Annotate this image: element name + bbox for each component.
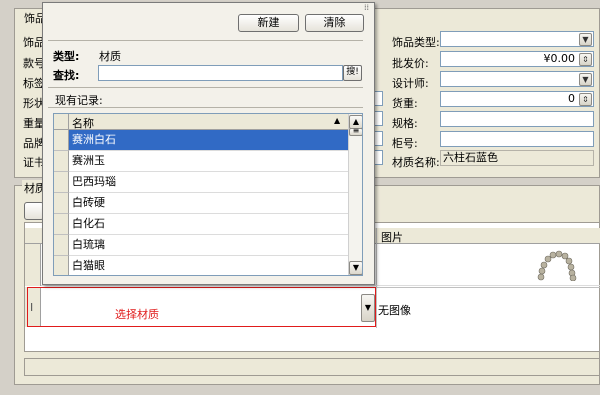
chevron-down-icon[interactable]: ▼ — [579, 33, 592, 46]
label-goods-weight: 货重: — [392, 97, 418, 110]
list-row-header — [54, 151, 69, 172]
popup-resize-grip-icon[interactable]: ⁞⁞ — [364, 3, 369, 12]
search-input[interactable] — [98, 65, 343, 81]
list-item[interactable]: 赛洲白石 — [69, 130, 351, 151]
list-row-header — [54, 130, 69, 151]
label-cabinet-no: 柜号: — [392, 137, 418, 150]
list-item[interactable]: 巴西玛瑙 — [69, 172, 351, 193]
list-header-name: 名称 — [72, 117, 94, 130]
list-item[interactable]: 白猫眼 — [69, 256, 351, 275]
label-jewelry-type: 饰品类型: — [392, 36, 440, 49]
goods-weight-value: 0 — [568, 92, 575, 105]
list-scrollbar[interactable]: ▲ ≡ ▼ — [348, 114, 362, 275]
records-list: 名称 ▲ 赛洲白石 赛洲玉 巴西玛瑙 白砖硬 白化石 白琉璃 白猫眼 ▲ ≡ ▼ — [53, 113, 363, 276]
list-row-header — [54, 214, 69, 235]
spinner-icon[interactable]: ⇕ — [579, 93, 592, 106]
material-name-value: 六柱石蓝色 — [443, 151, 498, 164]
grid-footer — [24, 358, 600, 376]
jewelry-type-select[interactable]: ▼ — [440, 31, 594, 47]
label-material-name: 材质名称: — [392, 156, 440, 169]
spec-input[interactable] — [440, 111, 594, 127]
type-value: 材质 — [99, 50, 121, 63]
list-row-header — [54, 172, 69, 193]
list-item[interactable]: 白琉璃 — [69, 235, 351, 256]
list-row-header — [54, 193, 69, 214]
search-label: 查找: — [53, 69, 80, 82]
list-header-rowcorner — [54, 114, 69, 130]
toolbar-button[interactable] — [24, 202, 44, 220]
scroll-down-icon[interactable]: ▼ — [349, 261, 362, 275]
type-label: 类型: — [53, 50, 80, 63]
scroll-thumb[interactable]: ≡ — [349, 127, 362, 136]
grid-header-image: 图片 — [381, 231, 403, 244]
wholesale-price-input[interactable]: ¥0.00 ⇕ — [440, 51, 594, 67]
wholesale-price-value: ¥0.00 — [543, 52, 576, 65]
label-wholesale-price: 批发价: — [392, 57, 429, 70]
material-name-field: 六柱石蓝色 — [440, 150, 594, 166]
label-designer: 设计师: — [392, 77, 429, 90]
list-item[interactable]: 白砖硬 — [69, 193, 351, 214]
search-button[interactable]: 搜! — [343, 65, 362, 81]
records-label: 现有记录: — [55, 94, 103, 107]
clear-button[interactable]: 清除 — [305, 14, 364, 32]
designer-select[interactable]: ▼ — [440, 71, 594, 87]
list-header-sort-icon[interactable]: ▲ — [334, 116, 340, 125]
material-select-cell[interactable] — [27, 287, 376, 327]
goods-weight-input[interactable]: 0 ⇕ — [440, 91, 594, 107]
cabinet-no-input[interactable] — [440, 131, 594, 147]
list-item[interactable]: 白化石 — [69, 214, 351, 235]
list-rows: 赛洲白石 赛洲玉 巴西玛瑙 白砖硬 白化石 白琉璃 白猫眼 — [54, 130, 351, 275]
no-image-text: 无图像 — [378, 304, 411, 317]
list-row-header — [54, 256, 69, 275]
grid-rowheader-1 — [25, 244, 41, 286]
new-button[interactable]: 新建 — [238, 14, 299, 32]
select-material-text: 选择材质 — [115, 308, 159, 321]
popup-divider-top — [48, 40, 363, 41]
material-select-dropdown[interactable]: ▼ — [361, 294, 375, 322]
popup-divider-low — [48, 107, 363, 108]
necklace-thumbnail — [537, 250, 577, 281]
list-header: 名称 ▲ — [54, 114, 349, 130]
popup-divider-mid — [48, 87, 363, 88]
spinner-icon[interactable]: ⇕ — [579, 53, 592, 66]
list-item[interactable]: 赛洲玉 — [69, 151, 351, 172]
label-spec: 规格: — [392, 117, 418, 130]
list-row-header — [54, 235, 69, 256]
chevron-down-icon[interactable]: ▼ — [579, 73, 592, 86]
